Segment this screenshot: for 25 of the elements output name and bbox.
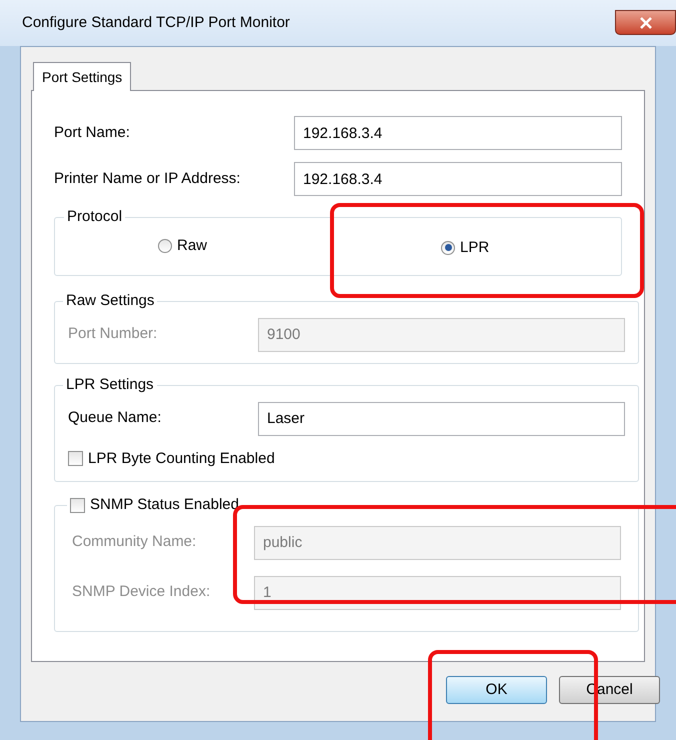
radio-label: Raw [177,236,208,256]
group-title: Protocol [66,207,124,227]
checkbox-label: LPR Byte Counting Enabled [88,448,275,468]
tab[interactable]: Port Settings [33,62,132,91]
group-title: Raw Settings [65,291,156,311]
field-label: Printer Name or IP Address: [54,168,240,189]
field-label: SNMP Device Index: [72,582,212,602]
text-field[interactable]: Laser [258,402,625,436]
group-title: LPR Settings [65,375,155,395]
field-label: Port Number: [68,324,158,344]
checkbox[interactable] [70,498,85,513]
text-field[interactable]: 192.168.3.4 [294,162,622,196]
field-label: Port Name: [54,122,130,143]
radio-button[interactable] [441,240,456,255]
close-button[interactable] [615,10,676,35]
radio-label: LPR [460,238,490,258]
field-label: Queue Name: [68,408,162,428]
field-label: Community Name: [72,532,198,552]
checkbox-label: SNMP Status Enabled [90,495,239,515]
checkbox[interactable] [68,451,83,466]
window-title: Configure Standard TCP/IP Port Monitor [22,12,290,33]
close-icon [638,16,652,28]
text-field[interactable]: 192.168.3.4 [294,116,622,150]
dialog-button[interactable]: OK [446,676,547,704]
radio-button[interactable] [158,238,172,253]
